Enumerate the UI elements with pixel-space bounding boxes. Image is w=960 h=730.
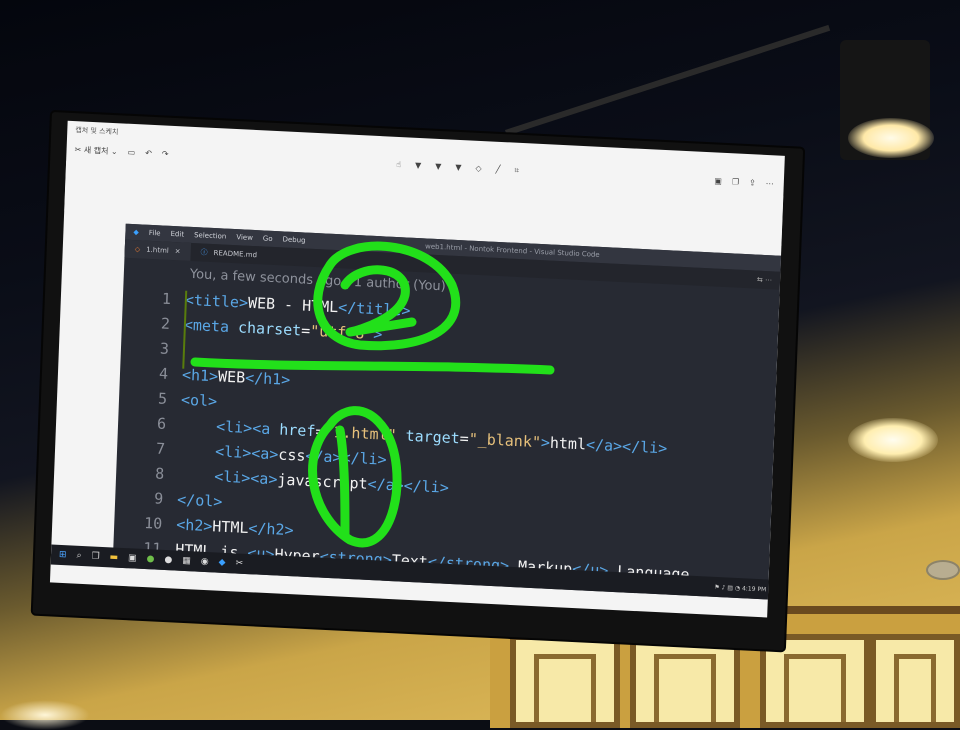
lattice-pane <box>870 634 960 728</box>
code-token: </a></li> <box>367 474 450 497</box>
tab-label: 1.html <box>146 245 169 255</box>
snip-taskbar-icon[interactable]: ✂ <box>235 558 243 568</box>
code-token: HTML <box>212 516 249 537</box>
ceiling-light <box>848 418 938 462</box>
menu-go[interactable]: Go <box>263 234 273 242</box>
menu-debug[interactable]: Debug <box>282 235 305 244</box>
code-token: WEB - HTML <box>247 293 339 316</box>
menu-view[interactable]: View <box>236 233 253 242</box>
pen-tools: ☝ ▼ ▼ ▼ ◇ ╱ ⌗ <box>396 160 519 176</box>
code-token: <meta <box>183 315 239 336</box>
code-token: css <box>278 444 306 465</box>
tv-monitor: 캡처 및 스케치 ✂ 새 캡처 ⌄ ▭ ↶ ↷ ☝ ▼ ▼ ▼ ◇ ╱ ⌗ ▣ … <box>32 112 804 651</box>
line-number: 10 <box>143 513 163 533</box>
menu-file[interactable]: File <box>149 229 161 238</box>
line-number: 5 <box>157 389 168 408</box>
code-token: </title> <box>337 297 411 320</box>
editor-actions: ⇆ ⋯ <box>757 276 772 285</box>
code-token: target <box>405 426 461 447</box>
highlighter-icon[interactable]: ▼ <box>455 163 461 173</box>
code-token: <li><a <box>215 416 280 438</box>
search-icon[interactable]: ⌕ <box>76 551 81 561</box>
code-token: <title> <box>184 290 249 312</box>
code-token: <ol> <box>180 390 218 410</box>
code-token: </ol> <box>176 490 223 511</box>
line-number: 4 <box>158 364 169 383</box>
info-icon: ⓘ <box>200 248 208 257</box>
app-icon[interactable]: ▦ <box>182 556 191 566</box>
code-token: > <box>373 324 383 343</box>
code-token: href <box>278 419 316 440</box>
new-snip-button[interactable]: ✂ 새 캡처 ⌄ <box>74 144 117 157</box>
store-icon[interactable]: ▣ <box>128 553 137 563</box>
code-editor[interactable]: You, a few seconds ago | 1 author (You) … <box>113 258 780 591</box>
new-snip-label: 새 캡처 <box>83 145 109 156</box>
file-explorer-icon[interactable]: ▬ <box>109 552 118 562</box>
app-icon[interactable]: ◉ <box>201 557 209 567</box>
code-token: "utf-8" <box>309 321 374 343</box>
screen: 캡처 및 스케치 ✂ 새 캡처 ⌄ ▭ ↶ ↷ ☝ ▼ ▼ ▼ ◇ ╱ ⌗ ▣ … <box>49 120 785 618</box>
vscode-taskbar-icon[interactable]: ◆ <box>218 558 225 568</box>
task-view-icon[interactable]: ❒ <box>91 551 99 561</box>
code-token: "1.html" <box>324 422 397 444</box>
code-token: javascript <box>277 469 368 493</box>
lattice-pane <box>510 634 620 728</box>
save-icon[interactable]: ▣ <box>714 176 722 185</box>
line-number: 8 <box>154 463 165 483</box>
vscode-logo-icon: ◆ <box>133 228 139 237</box>
app-icon[interactable]: ● <box>164 555 172 565</box>
html-file-icon: ◇ <box>134 245 141 254</box>
start-button[interactable]: ⊞ <box>59 550 67 560</box>
pencil-icon[interactable]: ▼ <box>435 162 441 172</box>
code-token: </h1> <box>244 368 291 389</box>
line-number: 2 <box>160 314 171 333</box>
code-token: WEB <box>217 366 246 387</box>
close-icon[interactable]: × <box>175 247 181 255</box>
code-token: </h2> <box>248 518 294 539</box>
code-token: <li><a> <box>214 441 279 463</box>
more-icon[interactable]: ⋯ <box>766 178 774 187</box>
menu-edit[interactable]: Edit <box>170 230 184 239</box>
redo-icon[interactable]: ↷ <box>162 149 169 158</box>
code-token: "_blank" <box>468 429 542 451</box>
code-token: </a></li> <box>305 446 387 469</box>
system-tray: ⚑ ♪ ▤ ◔ 4:19 PM <box>714 583 766 593</box>
copy-icon[interactable]: ❐ <box>732 177 740 186</box>
eraser-icon[interactable]: ◇ <box>475 164 481 174</box>
snip-actions: ▣ ❐ ⇪ ⋯ <box>714 176 774 188</box>
code-token: html <box>549 433 587 453</box>
clock[interactable]: 4:19 PM <box>742 585 766 593</box>
line-number: 9 <box>153 488 164 508</box>
spotlight-glow <box>848 118 934 158</box>
ballpoint-pen-icon[interactable]: ▼ <box>415 161 421 171</box>
more-actions-icon[interactable]: ⋯ <box>765 276 772 284</box>
ceiling-light-corner <box>0 700 90 730</box>
compare-icon[interactable]: ⇆ <box>757 276 763 284</box>
line-number: 6 <box>156 413 167 433</box>
folder-icon[interactable]: ▭ <box>127 147 135 156</box>
tray-icons[interactable]: ⚑ ♪ ▤ ◔ <box>714 583 742 591</box>
vscode-window: ◆ File Edit Selection View Go Debug web1… <box>50 223 782 600</box>
line-number: 7 <box>155 438 166 458</box>
ruler-icon[interactable]: ╱ <box>495 165 500 175</box>
tab-label: README.md <box>213 249 258 260</box>
chrome-icon[interactable]: ● <box>146 554 154 564</box>
share-icon[interactable]: ⇪ <box>749 178 756 187</box>
touch-writing-icon[interactable]: ☝ <box>396 160 401 170</box>
code-token: <h1> <box>181 365 219 385</box>
menu-selection[interactable]: Selection <box>194 231 227 241</box>
code-token: charset <box>237 317 302 339</box>
undo-icon[interactable]: ↶ <box>145 148 152 157</box>
line-number: 3 <box>159 339 170 358</box>
code-token: <h2> <box>175 515 213 535</box>
ceiling-vent <box>926 560 960 580</box>
lattice-pane <box>630 634 740 728</box>
code-token: <li><a> <box>213 466 278 488</box>
code-token: </a></li> <box>585 434 668 457</box>
line-number: 1 <box>161 289 172 308</box>
crop-icon[interactable]: ⌗ <box>514 166 519 176</box>
